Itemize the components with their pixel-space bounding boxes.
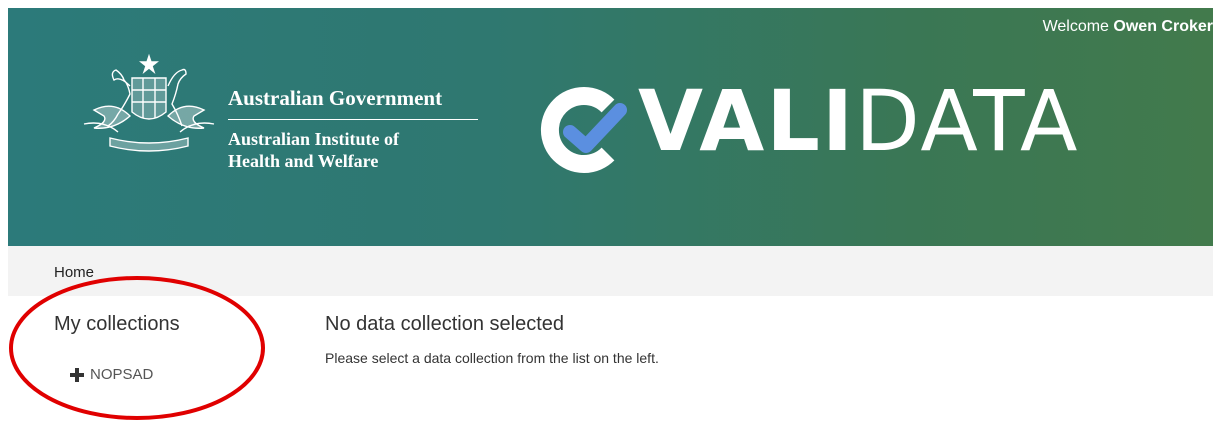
welcome-prefix: Welcome (1042, 18, 1109, 35)
coat-of-arms-icon (83, 53, 215, 152)
main-message: Please select a data collection from the… (325, 350, 659, 366)
check-circle-icon (541, 87, 627, 173)
agency-name-line2: Health and Welfare (228, 151, 379, 171)
logo-light-text: DATA (855, 72, 1080, 170)
page: Welcome Owen Croker Australian Governmen… (0, 0, 1213, 421)
user-name[interactable]: Owen Croker (1113, 18, 1213, 35)
agency-name-line1: Australian Institute of (228, 129, 400, 149)
main-content: No data collection selected Please selec… (325, 313, 1185, 366)
collection-item-label: NOPSAD (90, 366, 154, 383)
government-title: Australian Government (228, 86, 478, 120)
sidebar: My collections NOPSAD (54, 313, 274, 383)
collection-item-nopsad[interactable]: NOPSAD (70, 366, 274, 383)
main-title: No data collection selected (325, 313, 565, 335)
breadcrumb-bar: Home (8, 246, 1213, 296)
government-branding: Australian Government Australian Institu… (228, 86, 488, 172)
sidebar-title: My collections (54, 313, 180, 335)
header-banner: Welcome Owen Croker Australian Governmen… (8, 8, 1213, 246)
welcome-message: Welcome Owen Croker (1043, 18, 1213, 36)
breadcrumb-home[interactable]: Home (54, 264, 94, 281)
logo-bold-text: VALI (638, 72, 856, 170)
plus-icon (70, 367, 84, 382)
agency-name: Australian Institute of Health and Welfa… (228, 128, 488, 172)
validata-wordmark: VALIDATA (638, 72, 1080, 170)
